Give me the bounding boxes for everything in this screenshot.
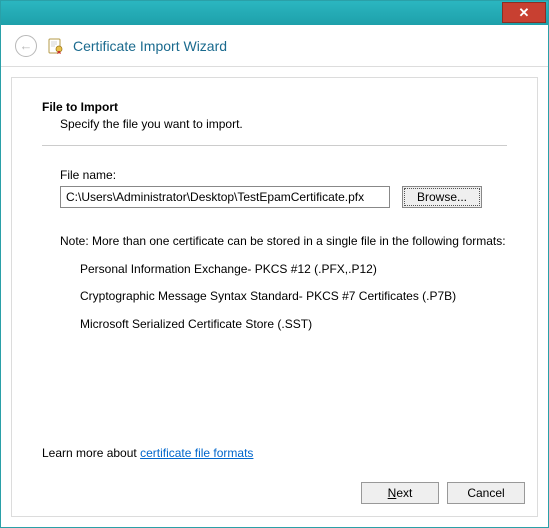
back-button[interactable]: ← bbox=[15, 35, 37, 57]
button-row: Next Cancel bbox=[361, 482, 525, 504]
note-intro: Note: More than one certificate can be s… bbox=[60, 234, 507, 250]
note-item: Personal Information Exchange- PKCS #12 … bbox=[80, 262, 507, 278]
divider bbox=[42, 145, 507, 146]
note-item: Cryptographic Message Syntax Standard- P… bbox=[80, 289, 507, 305]
content: File to Import Specify the file you want… bbox=[11, 77, 538, 517]
arrow-left-icon: ← bbox=[20, 38, 33, 53]
file-name-input[interactable] bbox=[60, 186, 390, 208]
titlebar: ✕ bbox=[1, 1, 548, 25]
section-title: File to Import bbox=[42, 100, 507, 114]
cancel-button[interactable]: Cancel bbox=[447, 482, 525, 504]
learn-more: Learn more about certificate file format… bbox=[42, 446, 253, 460]
section-subtitle: Specify the file you want to import. bbox=[60, 117, 507, 131]
close-button[interactable]: ✕ bbox=[502, 2, 546, 23]
header-title: Certificate Import Wizard bbox=[73, 38, 227, 54]
next-button[interactable]: Next bbox=[361, 482, 439, 504]
content-outer: File to Import Specify the file you want… bbox=[1, 67, 548, 527]
header: ← Certificate Import Wizard bbox=[1, 25, 548, 67]
file-field-block: File name: Browse... bbox=[60, 168, 507, 208]
learn-prefix: Learn more about bbox=[42, 446, 140, 460]
wizard-window: ✕ ← Certificate Import Wizard File to Im… bbox=[0, 0, 549, 528]
note-item: Microsoft Serialized Certificate Store (… bbox=[80, 317, 507, 333]
learn-link[interactable]: certificate file formats bbox=[140, 446, 253, 460]
file-label: File name: bbox=[60, 168, 507, 182]
note-block: Note: More than one certificate can be s… bbox=[60, 234, 507, 332]
certificate-icon bbox=[47, 37, 65, 55]
file-row: Browse... bbox=[60, 186, 507, 208]
browse-button[interactable]: Browse... bbox=[402, 186, 482, 208]
next-rest: ext bbox=[396, 486, 412, 500]
close-icon: ✕ bbox=[519, 5, 530, 21]
